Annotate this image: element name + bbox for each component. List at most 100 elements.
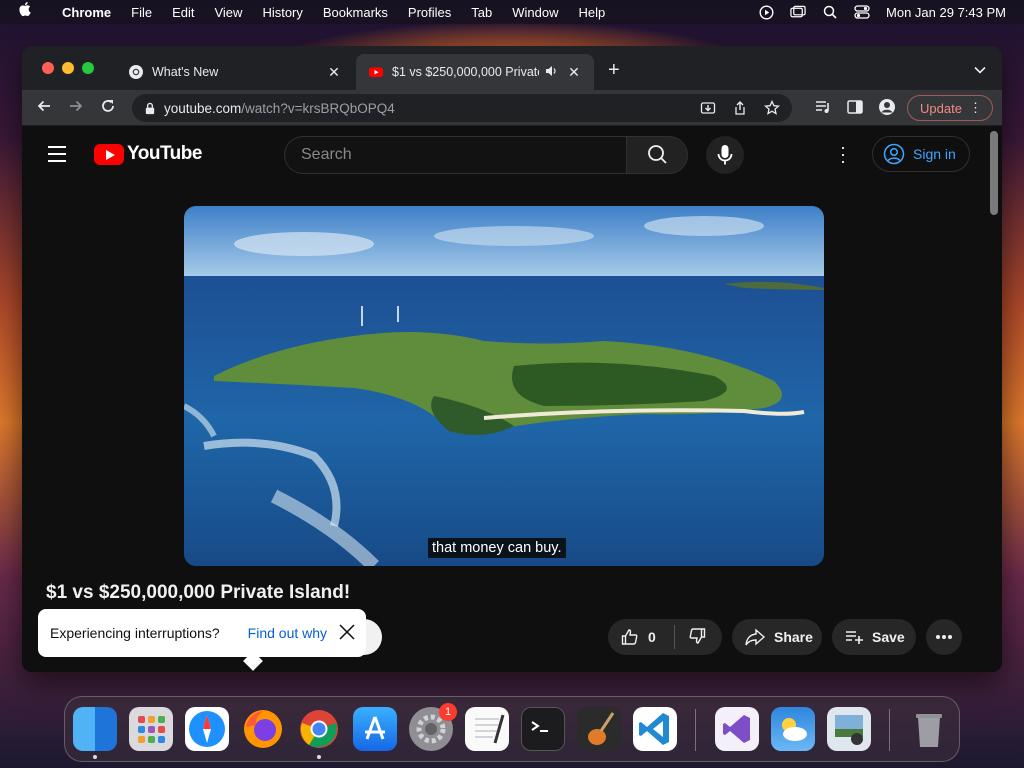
firefox-icon[interactable] [241,707,285,751]
control-center-icon[interactable] [854,5,870,19]
tab-title: What's New [152,65,219,79]
launchpad-icon[interactable] [129,707,173,751]
chrome-running-dot [317,755,321,759]
thumbs-down-icon [689,627,706,644]
dock-separator [889,709,890,751]
address-bar[interactable]: youtube.com/watch?v=krsBRQbOPQ4 [132,94,792,122]
apple-menu-icon[interactable] [0,2,52,22]
more-horizontal-icon [936,635,952,639]
toast-message: Experiencing interruptions? [50,625,220,641]
bookmark-star-icon[interactable] [763,99,781,119]
search-input[interactable]: Search [284,136,626,174]
visual-studio-icon[interactable] [715,707,759,751]
chrome-menu-icon[interactable]: ⋮ [969,100,982,116]
back-button[interactable] [34,98,54,118]
menu-profiles[interactable]: Profiles [398,5,461,20]
weather-icon[interactable] [771,707,815,751]
find-out-why-link[interactable]: Find out why [248,625,327,641]
new-tab-button[interactable]: + [608,60,620,80]
url-host: youtube.com [164,100,242,116]
finder-running-dot [93,755,97,759]
dock: 1 [64,696,960,762]
youtube-logo[interactable]: YouTube [94,143,202,165]
search-icon [648,145,667,164]
reload-button[interactable] [98,98,118,118]
app-store-icon[interactable] [353,707,397,751]
dislike-button[interactable] [675,626,707,649]
youtube-page: YouTube Search · · · Sign in that money … [22,127,1002,672]
tab-search-chevron-icon[interactable] [974,63,986,77]
window-minimize-button[interactable] [62,62,74,74]
add-to-playlist-icon [846,631,863,644]
like-dislike-group: 0 [608,619,722,655]
safari-icon[interactable] [185,707,229,751]
trash-icon[interactable] [907,707,951,751]
textedit-icon[interactable] [465,707,509,751]
side-panel-icon[interactable] [846,98,866,118]
update-label: Update [920,100,962,116]
window-close-button[interactable] [42,62,54,74]
install-app-icon[interactable] [700,100,716,119]
chrome-icon [129,65,143,79]
menubar-clock[interactable]: Mon Jan 29 7:43 PM [886,5,1006,20]
like-count: 0 [648,629,656,645]
menu-window[interactable]: Window [502,5,568,20]
sign-in-label: Sign in [913,146,956,162]
screen-mirroring-icon[interactable] [790,5,806,19]
url-path: /watch?v=krsBRQbOPQ4 [241,100,395,116]
save-label: Save [872,629,905,645]
video-caption: that money can buy. [428,538,566,558]
tab-close-button[interactable]: ✕ [326,64,342,81]
share-label: Share [774,629,813,645]
tab-close-button[interactable]: ✕ [566,64,582,81]
audio-playing-icon[interactable] [545,65,558,80]
window-fullscreen-button[interactable] [82,62,94,74]
terminal-icon[interactable] [521,707,565,751]
menu-bookmarks[interactable]: Bookmarks [313,5,398,20]
youtube-wordmark: YouTube [127,143,202,164]
settings-more-icon[interactable]: · · · [838,138,848,170]
tab-whats-new[interactable]: What's New ✕ [116,54,354,90]
youtube-play-logo-icon [94,143,124,165]
profile-avatar-icon[interactable] [878,98,898,118]
menu-tab[interactable]: Tab [461,5,502,20]
menu-bar: Chrome File Edit View History Bookmarks … [0,0,1024,24]
save-button[interactable]: Save [832,619,916,655]
spotlight-search-icon[interactable] [822,5,838,19]
share-arrow-icon [745,628,766,646]
garageband-icon[interactable] [577,707,621,751]
search-button[interactable] [626,136,688,174]
more-actions-button[interactable] [926,619,962,655]
finder-icon[interactable] [73,707,117,751]
menu-edit[interactable]: Edit [162,5,204,20]
preview-icon[interactable] [827,707,871,751]
vscode-icon[interactable] [633,707,677,751]
sign-in-button[interactable]: Sign in [872,136,970,172]
account-circle-icon [883,143,905,165]
youtube-icon [369,67,383,77]
page-scrollbar[interactable] [990,131,998,215]
video-player[interactable]: that money can buy. [184,206,824,566]
update-chrome-button[interactable]: Update ⋮ [907,95,993,121]
forward-button[interactable] [66,98,86,118]
menu-view[interactable]: View [204,5,252,20]
settings-notification-badge: 1 [439,703,457,721]
screen-recording-icon[interactable] [758,4,774,20]
tab-youtube-video[interactable]: $1 vs $250,000,000 Private Island! ✕ [356,54,594,90]
media-controls-icon[interactable] [814,98,834,118]
chrome-icon[interactable] [297,707,341,751]
menu-help[interactable]: Help [569,5,616,20]
menu-history[interactable]: History [252,5,312,20]
toast-close-icon[interactable] [338,623,356,641]
lock-icon[interactable] [144,102,156,115]
menu-file[interactable]: File [121,5,162,20]
video-frame-island [184,206,824,566]
video-title: $1 vs $250,000,000 Private Island! [46,582,351,603]
share-button[interactable]: Share [732,619,822,655]
like-button[interactable]: 0 [608,627,674,647]
dock-separator [695,709,696,751]
voice-search-button[interactable] [706,136,744,174]
share-page-icon[interactable] [732,100,748,119]
menu-chrome[interactable]: Chrome [52,5,121,20]
guide-menu-icon[interactable] [48,146,66,167]
